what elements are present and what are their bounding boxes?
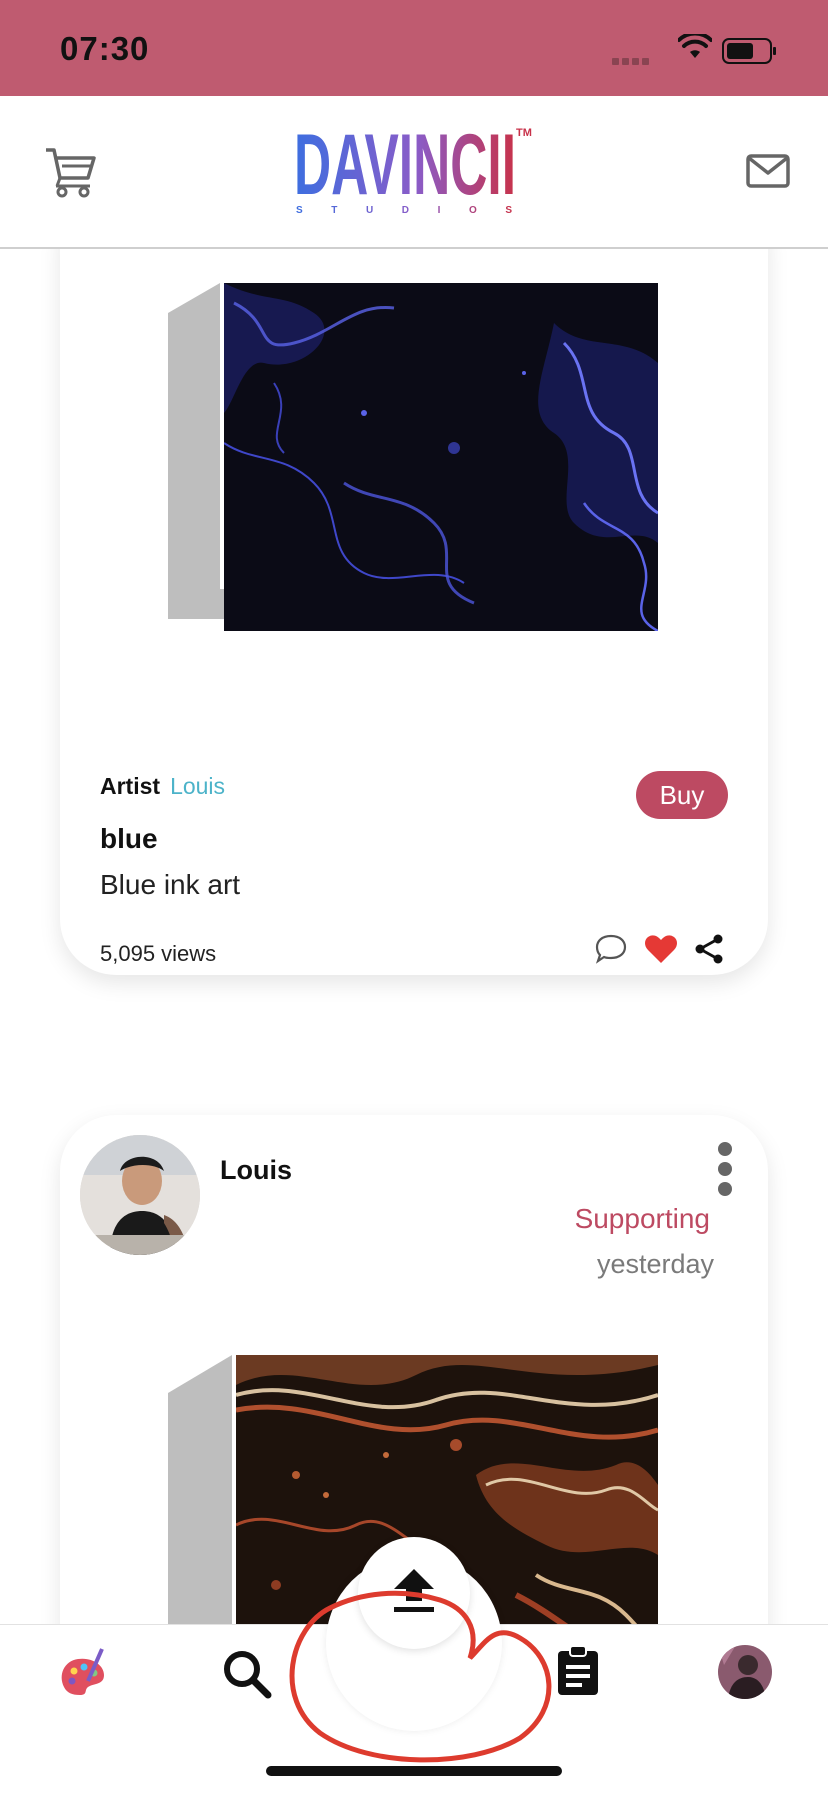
- status-icons: [612, 34, 792, 65]
- profile-avatar[interactable]: [718, 1645, 772, 1699]
- user-avatar[interactable]: [80, 1135, 200, 1255]
- feed[interactable]: Artist Louis Buy blue Blue ink art 5,095 …: [0, 249, 828, 1624]
- mail-icon[interactable]: [746, 154, 790, 188]
- cart-icon[interactable]: [44, 146, 98, 198]
- post-time: yesterday: [596, 1249, 714, 1279]
- artist-label: Artist: [100, 773, 161, 799]
- share-icon[interactable]: [694, 933, 724, 970]
- post-card: Artist Louis Buy blue Blue ink art 5,095 …: [60, 249, 768, 975]
- logo-tm: TM: [516, 127, 532, 139]
- like-heart-icon[interactable]: [644, 933, 678, 970]
- artist-row: Artist Louis: [100, 773, 225, 800]
- search-icon[interactable]: [222, 1649, 272, 1699]
- post-user-name[interactable]: Louis: [220, 1155, 292, 1186]
- buy-button[interactable]: Buy: [636, 771, 728, 819]
- artist-name-link[interactable]: Louis: [170, 773, 225, 799]
- wifi-icon: [678, 34, 712, 58]
- red-circle-annotation: [289, 1590, 552, 1763]
- more-options-icon[interactable]: [716, 1141, 734, 1197]
- status-bar: 07:30: [0, 0, 828, 96]
- palette-icon[interactable]: [58, 1647, 108, 1699]
- view-count: 5,095 views: [100, 941, 217, 966]
- comment-icon[interactable]: [594, 933, 628, 970]
- cellular-signal-icon: [612, 52, 652, 70]
- supporting-status[interactable]: Supporting: [575, 1203, 710, 1235]
- home-indicator: [266, 1766, 562, 1776]
- post-actions: [594, 933, 734, 969]
- clipboard-icon[interactable]: [556, 1645, 600, 1697]
- davincii-logo: DAVINCII TM S T U D I O S: [294, 118, 532, 220]
- artwork-image[interactable]: [224, 283, 658, 631]
- app-header: DAVINCII TM S T U D I O S: [0, 96, 828, 249]
- blue-ink-artwork: [224, 283, 658, 631]
- battery-icon: [722, 38, 776, 64]
- artwork-description: Blue ink art: [100, 869, 241, 900]
- artwork-title: blue: [100, 823, 158, 854]
- art-frame-shadow: [168, 1355, 232, 1624]
- logo-text: DAVINCII: [294, 118, 516, 213]
- status-time: 07:30: [60, 30, 150, 67]
